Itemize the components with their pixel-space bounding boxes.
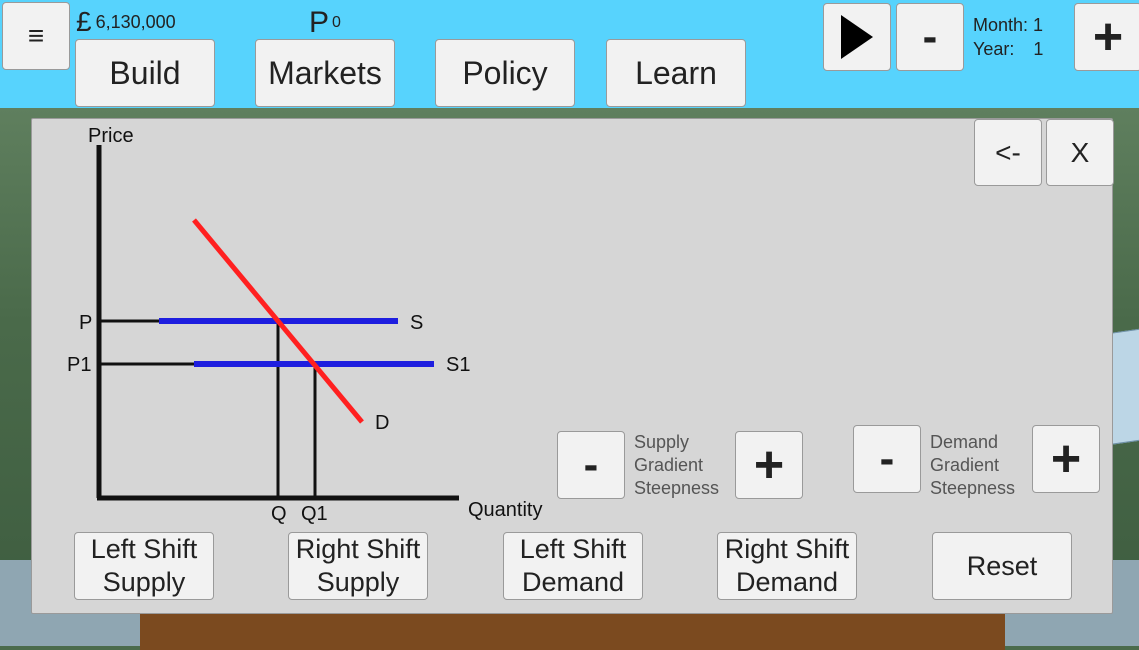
top-bar: ≡ £6,130,000 P0 Build Markets Policy Lea… (0, 0, 1139, 108)
nav-markets-label: Markets (268, 54, 382, 91)
demand-gradient-line-3: Steepness (930, 478, 1016, 498)
year-value: 1 (1033, 39, 1044, 59)
hamburger-icon: ≡ (27, 20, 45, 51)
market-graph-panel: Price Quantity S S1 D P P1 Q Q1 <- X - S… (31, 118, 1114, 614)
nav-policy-label: Policy (462, 54, 548, 91)
q1-label: Q1 (301, 503, 328, 525)
supply-gradient-label: Supply Gradient Steepness (634, 431, 719, 500)
x-axis-label: Quantity (468, 499, 542, 521)
month-label: Month: (973, 15, 1029, 35)
right-shift-demand-button[interactable]: Right Shift Demand (717, 532, 857, 600)
month-value: 1 (1033, 15, 1044, 35)
left-shift-supply-line-2: Supply (102, 567, 186, 597)
right-shift-supply-line-2: Supply (316, 567, 400, 597)
back-label: <- (995, 136, 1021, 168)
menu-button[interactable]: ≡ (2, 2, 70, 70)
left-shift-demand-label: Left Shift Demand (520, 533, 627, 599)
nav-learn-label: Learn (635, 54, 717, 91)
nav-build-label: Build (109, 54, 181, 91)
supply-gradient-plus-button[interactable]: + (735, 431, 803, 499)
minus-label: - (922, 12, 938, 61)
right-shift-demand-line-2: Demand (735, 567, 839, 597)
points-display: P0 (309, 6, 341, 40)
currency-symbol: £ (76, 6, 92, 37)
left-shift-supply-label: Left Shift Supply (91, 533, 198, 599)
left-shift-demand-button[interactable]: Left Shift Demand (503, 532, 643, 600)
right-shift-demand-label: Right Shift Demand (725, 533, 850, 599)
price-label: P (79, 312, 92, 334)
demand-gradient-line-2: Gradient (930, 455, 1000, 475)
right-shift-supply-button[interactable]: Right Shift Supply (288, 532, 428, 600)
left-shift-supply-line-1: Left Shift (90, 534, 198, 564)
points-value: 0 (332, 14, 341, 31)
y-axis-label: Price (88, 125, 134, 147)
nav-build-button[interactable]: Build (75, 39, 215, 107)
demand-gradient-plus-button[interactable]: + (1032, 425, 1100, 493)
close-label: X (1070, 136, 1090, 168)
speed-down-button[interactable]: - (896, 3, 964, 71)
play-button[interactable] (823, 3, 891, 71)
reset-label: Reset (966, 550, 1038, 581)
nav-policy-button[interactable]: Policy (435, 39, 575, 107)
supply-minus-label: - (583, 440, 599, 489)
right-shift-demand-line-1: Right Shift (724, 534, 850, 564)
play-icon (841, 15, 873, 59)
price1-label: P1 (67, 354, 91, 376)
demand-label: D (375, 412, 389, 434)
demand-gradient-line-1: Demand (930, 432, 999, 452)
nav-learn-button[interactable]: Learn (606, 39, 746, 107)
left-shift-demand-line-1: Left Shift (519, 534, 627, 564)
close-button[interactable]: X (1046, 119, 1114, 186)
q-label: Q (271, 503, 287, 525)
nav-markets-button[interactable]: Markets (255, 39, 395, 107)
background-building (1110, 327, 1139, 445)
speed-up-button[interactable]: + (1074, 3, 1139, 71)
points-symbol: P (309, 6, 330, 39)
right-shift-supply-line-1: Right Shift (295, 534, 421, 564)
money-value: 6,130,000 (95, 12, 176, 32)
supply1-label: S1 (446, 354, 470, 376)
supply-label: S (410, 312, 423, 334)
right-shift-supply-label: Right Shift Supply (296, 533, 421, 599)
supply-gradient-line-3: Steepness (634, 478, 720, 498)
supply-plus-label: + (753, 436, 785, 494)
demand-gradient-label: Demand Gradient Steepness (930, 431, 1015, 500)
back-button[interactable]: <- (974, 119, 1042, 186)
supply-gradient-line-1: Supply (634, 432, 690, 452)
demand-plus-label: + (1050, 430, 1082, 488)
demand-minus-label: - (879, 434, 895, 483)
supply-gradient-line-2: Gradient (634, 455, 704, 475)
demand-gradient-minus-button[interactable]: - (853, 425, 921, 493)
left-shift-demand-line-2: Demand (521, 567, 625, 597)
supply-gradient-minus-button[interactable]: - (557, 431, 625, 499)
left-shift-supply-button[interactable]: Left Shift Supply (74, 532, 214, 600)
background-table (140, 610, 1005, 650)
date-display: Month: 1 Year: 1 (973, 13, 1043, 61)
reset-button[interactable]: Reset (932, 532, 1072, 600)
plus-label: + (1092, 8, 1124, 66)
year-label: Year: (973, 39, 1015, 59)
money-display: £6,130,000 (76, 6, 176, 38)
